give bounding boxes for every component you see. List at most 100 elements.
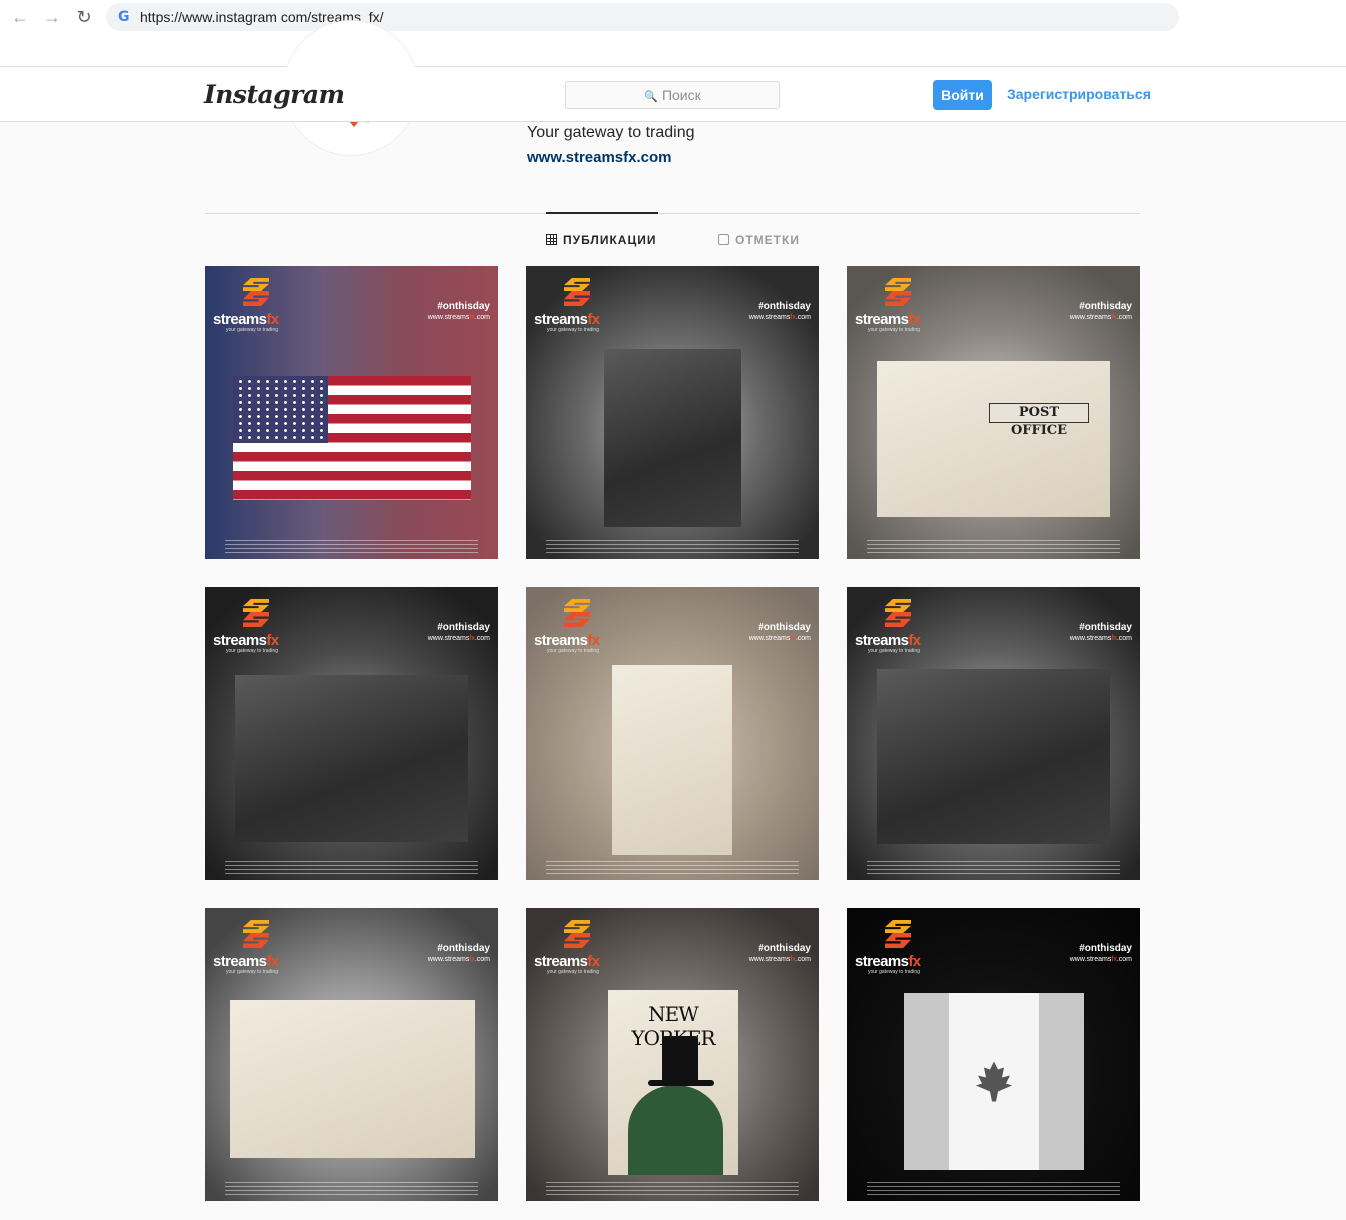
post-new-yorker-cover[interactable]: NEW YORKER streamsfxyour gateway to tradi… (526, 908, 819, 1201)
brand-name-accent: fx (587, 632, 600, 649)
post-subscriber-list-document[interactable]: streamsfx your gateway to trading #onthisd… (526, 587, 819, 880)
tab-tagged-label: ОТМЕТКИ (735, 233, 800, 247)
site-suffix: .com (1116, 635, 1132, 642)
radio-operator-photo (235, 675, 468, 842)
post-website: www.streamsfx.com (428, 635, 490, 642)
us-flag (233, 376, 471, 500)
brand-name-accent: fx (266, 632, 279, 649)
post-office-sign: POST OFFICE (989, 403, 1089, 438)
post-telephone-operators-photo[interactable]: streamsfx your gateway to trading #onthisd… (526, 266, 819, 559)
brand-name: streamsfx (534, 311, 600, 328)
post-disclaimer (225, 1182, 478, 1196)
post-hashtag: #onthisday (437, 301, 490, 312)
site-suffix: .com (1116, 314, 1132, 321)
site-suffix: .com (1116, 956, 1132, 963)
post-website: www.streamsfx.com (749, 956, 811, 963)
assembly-meeting-photo (230, 1000, 475, 1158)
streamsfx-s-icon (885, 920, 911, 948)
post-disclaimer (867, 1182, 1120, 1196)
search-icon: 🔍 (644, 91, 658, 103)
tabs-divider (205, 213, 1140, 214)
ny-coat-shape (628, 1085, 723, 1175)
ny-hat-shape (662, 1036, 698, 1082)
streamsfx-s-icon (885, 599, 911, 627)
brand-name: streamsfx (534, 953, 600, 970)
brand-tagline: your gateway to trading (226, 327, 278, 333)
search-placeholder: Поиск (661, 87, 701, 103)
post-hashtag: #onthisday (758, 943, 811, 954)
site-suffix: .com (795, 635, 811, 642)
post-hashtag: #onthisday (437, 622, 490, 633)
post-website: www.streamsfx.com (1070, 956, 1132, 963)
brand-name-main: streams (213, 311, 267, 328)
brand-tagline: your gateway to trading (547, 327, 599, 333)
brand-name-main: streams (534, 311, 588, 328)
streamsfx-s-icon (564, 278, 590, 306)
grid-icon (546, 234, 557, 245)
browser-toolbar: ← → ↻ G https://www.instagram com/stream… (0, 0, 1346, 67)
instagram-header: Instagram 🔍 Поиск Войти Зарегистрироватьс… (0, 67, 1346, 122)
brand-name: streamsfx (855, 953, 921, 970)
site-prefix: www.streams (748, 956, 791, 963)
back-arrow-icon[interactable]: ← (9, 6, 31, 28)
telephone-operators-photo (604, 349, 741, 527)
post-post-office-photo[interactable]: POST OFFICE streamsfx your gateway to trad… (847, 266, 1140, 559)
post-disclaimer (867, 540, 1120, 554)
site-prefix: www.streams (748, 635, 791, 642)
brand-name: streamsfx (855, 311, 921, 328)
post-disclaimer (225, 540, 478, 554)
brand-tagline: your gateway to trading (868, 969, 920, 975)
tab-posts[interactable]: ПУБЛИКАЦИИ (546, 233, 656, 247)
ny-brim-shape (648, 1080, 714, 1086)
post-disclaimer (225, 861, 478, 875)
post-hashtag: #onthisday (758, 622, 811, 633)
post-website: www.streamsfx.com (1070, 635, 1132, 642)
brand-name-accent: fx (908, 953, 921, 970)
post-hashtag: #onthisday (1079, 301, 1132, 312)
maple-leaf-icon (976, 1061, 1012, 1102)
site-prefix: www.streams (1069, 314, 1112, 321)
address-bar[interactable]: G https://www.instagram com/streams_fx/ (106, 3, 1179, 31)
tab-tagged[interactable]: ОТМЕТКИ (718, 233, 800, 247)
forward-arrow-icon[interactable]: → (41, 6, 63, 28)
site-prefix: www.streams (1069, 635, 1112, 642)
brand-name-main: streams (534, 953, 588, 970)
site-prefix: www.streams (748, 314, 791, 321)
post-disclaimer (546, 540, 799, 554)
brand-name-accent: fx (587, 311, 600, 328)
tagged-icon (718, 234, 729, 245)
new-yorker-cover: NEW YORKER (608, 990, 738, 1175)
brand-name: streamsfx (213, 632, 279, 649)
post-radio-operator-photo[interactable]: streamsfx your gateway to trading #onthisd… (205, 587, 498, 880)
flag-canton (233, 376, 328, 443)
brand-tagline: your gateway to trading (547, 648, 599, 654)
streamsfx-s-icon (564, 599, 590, 627)
site-prefix: www.streams (1069, 956, 1112, 963)
post-mail-sorting-photo[interactable]: streamsfx your gateway to trading #onthisd… (847, 587, 1140, 880)
reload-icon[interactable]: ↻ (73, 6, 95, 28)
site-prefix: www.streams (427, 956, 470, 963)
brand-tagline: your gateway to trading (547, 969, 599, 975)
streamsfx-s-icon (243, 278, 269, 306)
post-hashtag: #onthisday (1079, 622, 1132, 633)
post-website: www.streamsfx.com (428, 314, 490, 321)
streamsfx-s-icon (243, 599, 269, 627)
brand-name: streamsfx (534, 632, 600, 649)
streamsfx-s-icon (564, 920, 590, 948)
post-canada-flag-photo[interactable]: streamsfx your gateway to trading #onthisd… (847, 908, 1140, 1201)
post-hashtag: #onthisday (1079, 943, 1132, 954)
post-us-flag[interactable]: streamsfx your gateway to trading #onthisd… (205, 266, 498, 559)
login-button[interactable]: Войти (933, 80, 992, 110)
profile-website-link[interactable]: www.streamsfx.com (527, 149, 672, 166)
post-hashtag: #onthisday (758, 301, 811, 312)
post-website: www.streamsfx.com (749, 314, 811, 321)
post-assembly-meeting-photo[interactable]: streamsfx your gateway to trading #onthisd… (205, 908, 498, 1201)
brand-name-main: streams (855, 311, 909, 328)
brand-name-main: streams (855, 632, 909, 649)
site-prefix: www.streams (427, 314, 470, 321)
instagram-logo[interactable]: Instagram (204, 80, 345, 109)
streamsfx-s-icon (885, 278, 911, 306)
register-link[interactable]: Зарегистрироваться (1007, 86, 1151, 102)
search-input[interactable]: 🔍 Поиск (565, 81, 780, 109)
mail-sorting-photo (877, 669, 1110, 844)
